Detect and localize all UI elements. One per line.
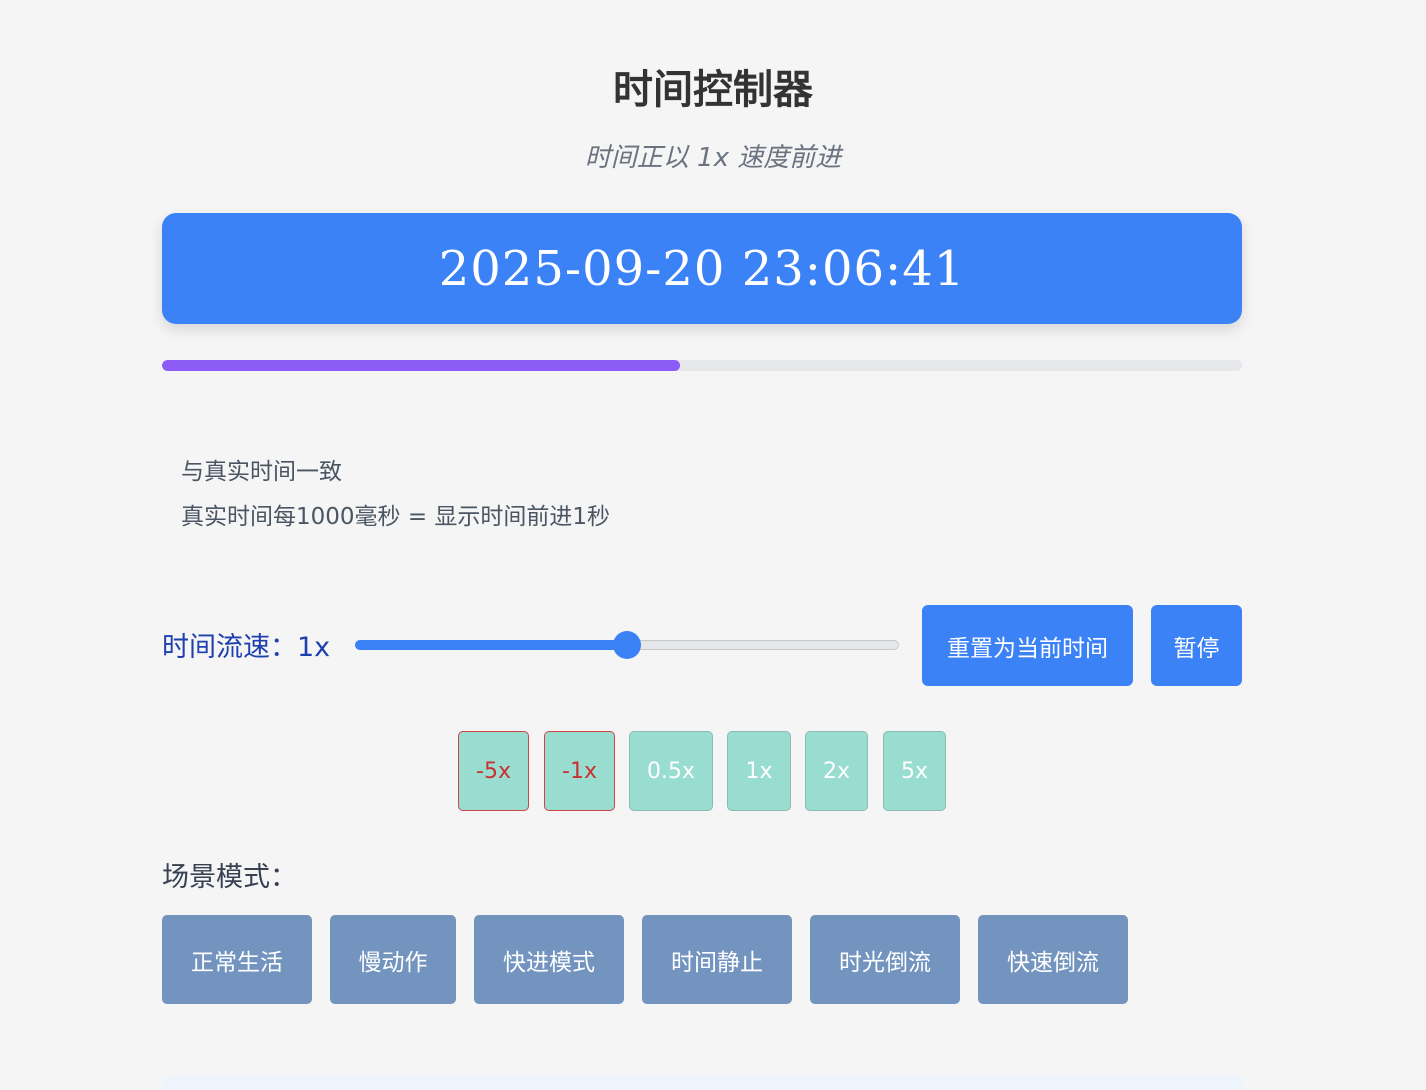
speed-status-subtitle: 时间正以 1x 速度前进	[584, 143, 842, 173]
scene-button-fast-rewind[interactable]: 快速倒流	[978, 915, 1128, 1004]
preset-button-0-5x[interactable]: 0.5x	[629, 731, 713, 811]
scene-button-fast-forward[interactable]: 快进模式	[474, 915, 624, 1004]
reset-time-button[interactable]: 重置为当前时间	[922, 605, 1133, 686]
description-line-2: 真实时间每1000毫秒 = 显示时间前进1秒	[181, 504, 611, 530]
preset-button-minus-5x[interactable]: -5x	[458, 731, 529, 811]
speed-description: 与真实时间一致 真实时间每1000毫秒 = 显示时间前进1秒	[181, 454, 610, 544]
scene-mode-label: 场景模式：	[162, 862, 297, 893]
scene-button-normal[interactable]: 正常生活	[162, 915, 312, 1004]
description-line-1: 与真实时间一致	[181, 459, 342, 485]
clock-display-text: 2025-09-20 23:06:41	[438, 240, 966, 297]
preset-button-5x[interactable]: 5x	[883, 731, 946, 811]
scene-button-time-stop[interactable]: 时间静止	[642, 915, 792, 1004]
scene-button-rewind[interactable]: 时光倒流	[810, 915, 960, 1004]
speed-slider[interactable]	[355, 631, 899, 660]
page-title: 时间控制器	[613, 67, 813, 113]
speed-slider-fill	[355, 640, 627, 650]
preset-button-minus-1x[interactable]: -1x	[544, 731, 615, 811]
bottom-panel	[162, 1076, 1242, 1090]
pause-button[interactable]: 暂停	[1151, 605, 1242, 686]
preset-button-2x[interactable]: 2x	[805, 731, 868, 811]
progress-bar	[162, 360, 1242, 371]
clock-display: 2025-09-20 23:06:41	[162, 213, 1242, 324]
preset-button-1x[interactable]: 1x	[727, 731, 791, 811]
speed-label: 时间流速：1x	[162, 632, 331, 663]
progress-bar-fill	[162, 360, 681, 371]
scene-button-slow-motion[interactable]: 慢动作	[330, 915, 456, 1004]
time-controller-page: 时间控制器 时间正以 1x 速度前进 2025-09-20 23:06:41 与…	[0, 0, 1426, 1090]
speed-slider-thumb[interactable]	[613, 631, 641, 659]
